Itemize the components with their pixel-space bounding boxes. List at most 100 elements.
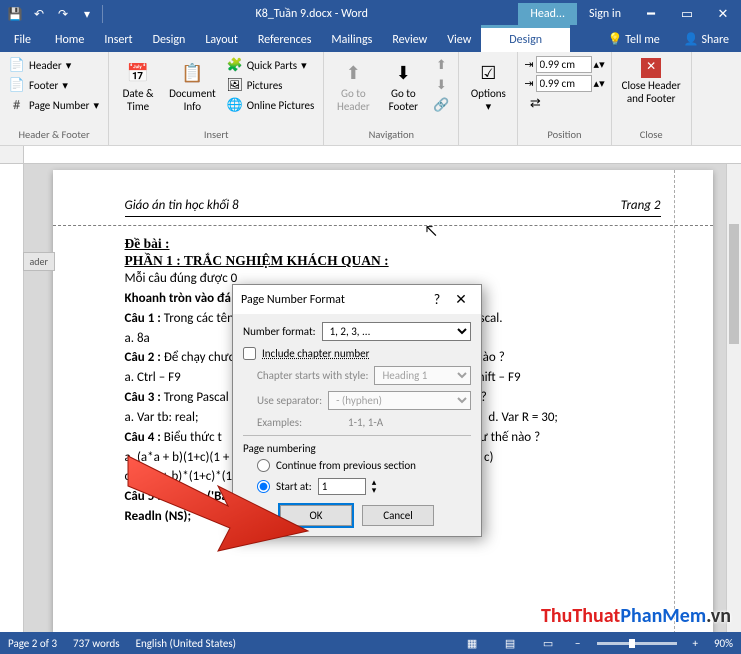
- include-chapter-label: Include chapter number: [262, 347, 369, 360]
- spinner-icon[interactable]: ▴▾: [372, 479, 377, 493]
- group-navigation: Navigation: [330, 126, 452, 141]
- tab-insert[interactable]: Insert: [94, 28, 142, 52]
- zoom-level[interactable]: 90%: [714, 637, 733, 650]
- number-format-select[interactable]: 1, 2, 3, ...: [322, 322, 471, 341]
- watermark: ThuThuatPhanMem.vn: [541, 604, 731, 628]
- tab-file[interactable]: File: [0, 28, 45, 52]
- goto-footer-icon: ⬇: [388, 58, 418, 88]
- zoom-slider[interactable]: [597, 642, 677, 645]
- pictures-button[interactable]: 🖼Pictures: [224, 76, 318, 94]
- header-from-top[interactable]: ⇥▴▾: [524, 56, 604, 73]
- status-lang[interactable]: English (United States): [136, 637, 236, 650]
- separator-label: Use separator:: [257, 394, 322, 407]
- tab-review[interactable]: Review: [382, 28, 437, 52]
- view-print-layout[interactable]: ▤: [499, 637, 521, 650]
- online-pictures-icon: 🌐: [227, 97, 243, 113]
- tab-view[interactable]: View: [437, 28, 481, 52]
- tab-design[interactable]: Design: [143, 28, 196, 52]
- save-button[interactable]: 💾: [4, 3, 26, 25]
- start-at-input[interactable]: [318, 478, 366, 495]
- share-button[interactable]: 👤 Share: [672, 27, 741, 52]
- document-info-button[interactable]: 📋Document Info: [165, 56, 220, 115]
- page-numbering-label: Page numbering: [243, 442, 471, 455]
- chapter-style-select: Heading 1: [374, 366, 471, 385]
- nav-link: 🔗: [430, 96, 452, 114]
- page-number-icon: #️: [9, 97, 25, 113]
- maximize-button[interactable]: ▭: [669, 0, 705, 28]
- group-header-footer: Header & Footer: [6, 126, 102, 141]
- pictures-icon: 🖼: [227, 77, 243, 93]
- date-time-button[interactable]: 📅Date & Time: [115, 56, 161, 115]
- footer-from-bottom[interactable]: ⇥▴▾: [524, 75, 604, 92]
- online-pictures-button[interactable]: 🌐Online Pictures: [224, 96, 318, 114]
- zoom-in[interactable]: +: [693, 637, 698, 650]
- separator-select: - (hyphen): [328, 391, 471, 410]
- quick-parts-button[interactable]: 🧩Quick Parts ▾: [224, 56, 318, 74]
- context-tab-label: Head...: [518, 3, 577, 25]
- start-at-radio[interactable]: [257, 480, 270, 493]
- view-web-layout[interactable]: ▭: [537, 637, 559, 650]
- dialog-close-button[interactable]: ✕: [449, 291, 473, 308]
- minimize-button[interactable]: ━: [633, 0, 669, 28]
- header-text-left: Giáo án tin học khối 8: [125, 198, 239, 213]
- tab-hf-design[interactable]: Design: [481, 25, 570, 52]
- close-header-footer-button[interactable]: ✕Close Header and Footer: [618, 56, 685, 107]
- dialog-title: Page Number Format: [241, 293, 425, 307]
- goto-footer-button[interactable]: ⬇Go to Footer: [380, 56, 426, 115]
- group-options: [465, 126, 511, 141]
- qat-customize[interactable]: ▾: [76, 3, 98, 25]
- undo-button[interactable]: ↶: [28, 3, 50, 25]
- options-button[interactable]: ☑Options▾: [465, 56, 511, 115]
- header-text-right: Trang 2: [621, 198, 661, 213]
- ok-button[interactable]: OK: [280, 505, 352, 526]
- close-window-button[interactable]: ✕: [705, 0, 741, 28]
- continue-radio[interactable]: [257, 459, 270, 472]
- insert-align-tab[interactable]: ⇄: [524, 94, 604, 112]
- redo-button[interactable]: ↷: [52, 3, 74, 25]
- group-position: Position: [524, 126, 604, 141]
- chapter-style-label: Chapter starts with style:: [257, 369, 368, 382]
- dialog-help-button[interactable]: ?: [425, 291, 449, 308]
- status-bar: Page 2 of 3 737 words English (United St…: [0, 632, 741, 654]
- status-page[interactable]: Page 2 of 3: [8, 637, 57, 650]
- nav-next: ⬇: [430, 76, 452, 94]
- document-title: K8_Tuần 9.docx - Word: [105, 7, 518, 21]
- ribbon-tabs: File Home Insert Design Layout Reference…: [0, 28, 741, 52]
- header-tag: ader: [23, 252, 56, 271]
- tab-references[interactable]: References: [248, 28, 322, 52]
- horizontal-ruler[interactable]: [0, 146, 741, 164]
- calendar-icon: 📅: [123, 58, 153, 88]
- continue-label: Continue from previous section: [276, 459, 416, 472]
- zoom-out[interactable]: −: [575, 637, 580, 650]
- tell-me[interactable]: 💡 Tell me: [596, 27, 672, 52]
- doc-line: Đề bài :: [125, 236, 661, 252]
- tab-layout[interactable]: Layout: [195, 28, 248, 52]
- group-close: Close: [618, 126, 685, 141]
- examples-label: Examples:: [257, 416, 302, 429]
- examples-value: 1-1, 1-A: [348, 416, 471, 429]
- status-words[interactable]: 737 words: [73, 637, 120, 650]
- cancel-button[interactable]: Cancel: [362, 505, 434, 526]
- quick-access-toolbar: 💾 ↶ ↷ ▾: [0, 3, 105, 25]
- footer-icon: 📄: [9, 77, 25, 93]
- nav-prev: ⬆: [430, 56, 452, 74]
- doc-line: PHẦN 1 : TRẮC NGHIỆM KHÁCH QUAN :: [125, 253, 661, 269]
- page-number-menu[interactable]: #️Page Number ▾: [6, 96, 102, 114]
- goto-header-button[interactable]: ⬆Go to Header: [330, 56, 376, 115]
- start-at-label: Start at:: [276, 480, 312, 493]
- footer-menu[interactable]: 📄Footer ▾: [6, 76, 102, 94]
- tab-mailings[interactable]: Mailings: [321, 28, 382, 52]
- include-chapter-checkbox[interactable]: [243, 347, 256, 360]
- titlebar: 💾 ↶ ↷ ▾ K8_Tuần 9.docx - Word Head... Si…: [0, 0, 741, 28]
- vertical-scrollbar[interactable]: [726, 164, 741, 634]
- page-number-format-dialog: Page Number Format ? ✕ Number format: 1,…: [232, 284, 482, 537]
- header-icon: 📄: [9, 57, 25, 73]
- signin-link[interactable]: Sign in: [577, 7, 633, 21]
- tab-home[interactable]: Home: [45, 28, 94, 52]
- view-read-mode[interactable]: ▦: [461, 637, 483, 650]
- group-insert: Insert: [115, 126, 317, 141]
- ribbon: 📄Header ▾ 📄Footer ▾ #️Page Number ▾ Head…: [0, 52, 741, 146]
- number-format-label: Number format:: [243, 325, 316, 338]
- header-menu[interactable]: 📄Header ▾: [6, 56, 102, 74]
- vertical-ruler[interactable]: [0, 164, 24, 634]
